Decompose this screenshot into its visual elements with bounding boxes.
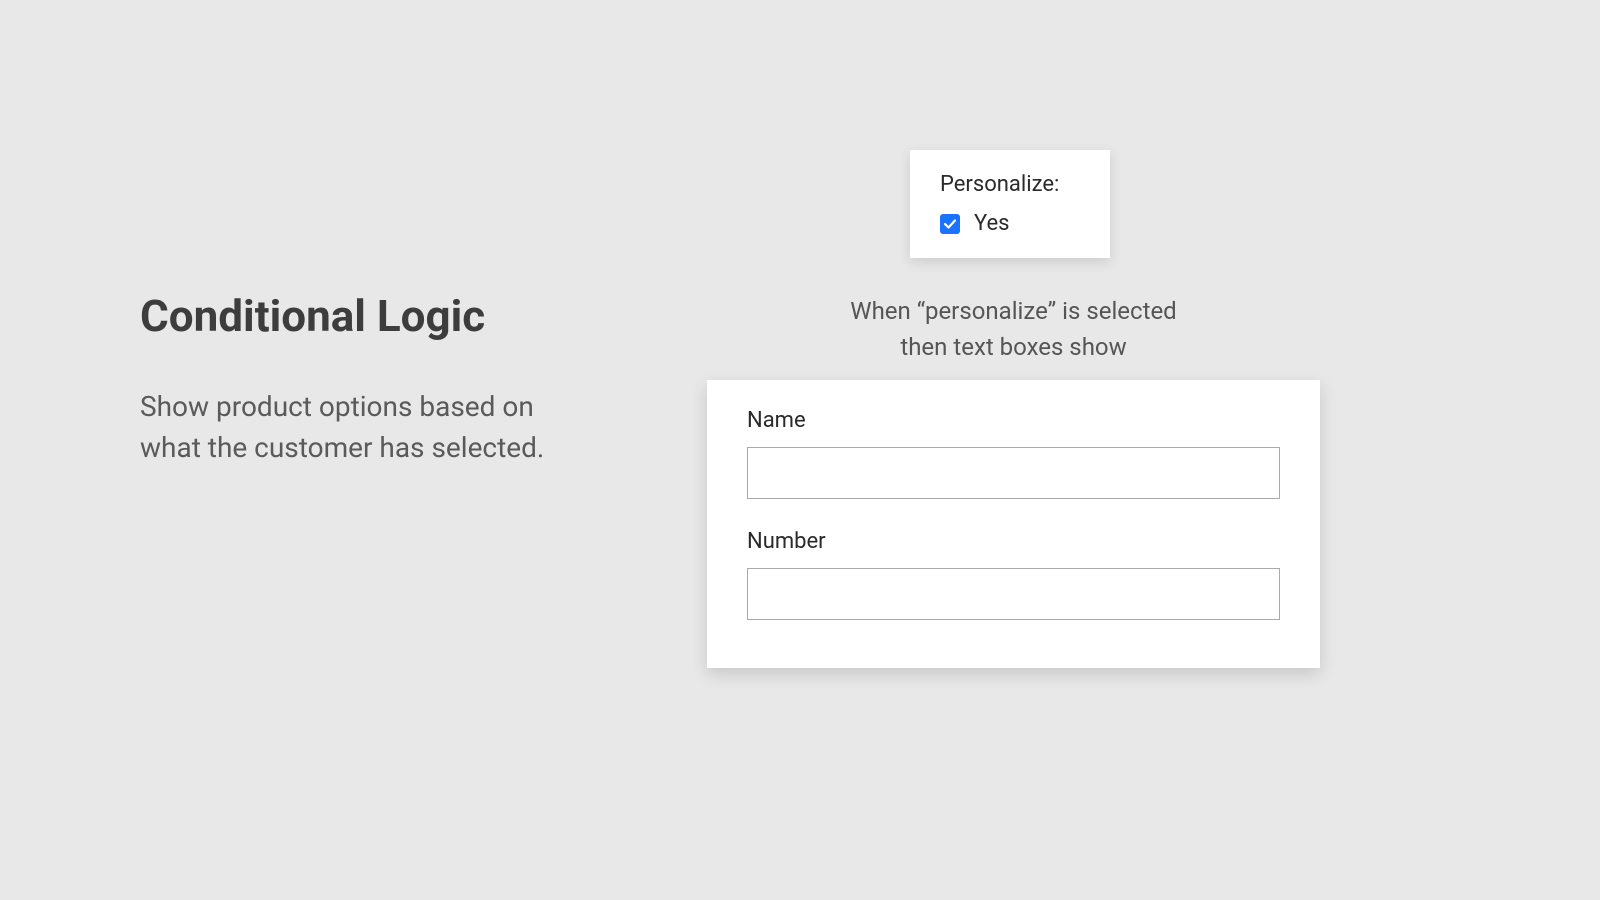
number-label: Number [747, 529, 1280, 554]
name-input[interactable] [747, 447, 1280, 499]
caption-line-2: then text boxes show [707, 329, 1320, 365]
personalize-option-label: Yes [974, 211, 1010, 236]
name-field-group: Name [747, 408, 1280, 499]
check-icon [943, 217, 957, 231]
personalize-card: Personalize: Yes [910, 150, 1110, 258]
personalize-checkbox[interactable] [940, 214, 960, 234]
fields-card: Name Number [707, 380, 1320, 668]
caption-text: When “personalize” is selected then text… [707, 293, 1320, 365]
number-input[interactable] [747, 568, 1280, 620]
info-panel: Conditional Logic Show product options b… [140, 290, 580, 468]
personalize-label: Personalize: [940, 172, 1080, 197]
personalize-option-row: Yes [940, 211, 1080, 236]
name-label: Name [747, 408, 1280, 433]
description-text: Show product options based on what the c… [140, 387, 580, 468]
caption-line-1: When “personalize” is selected [850, 297, 1176, 325]
number-field-group: Number [747, 529, 1280, 620]
heading-conditional-logic: Conditional Logic [140, 290, 580, 342]
